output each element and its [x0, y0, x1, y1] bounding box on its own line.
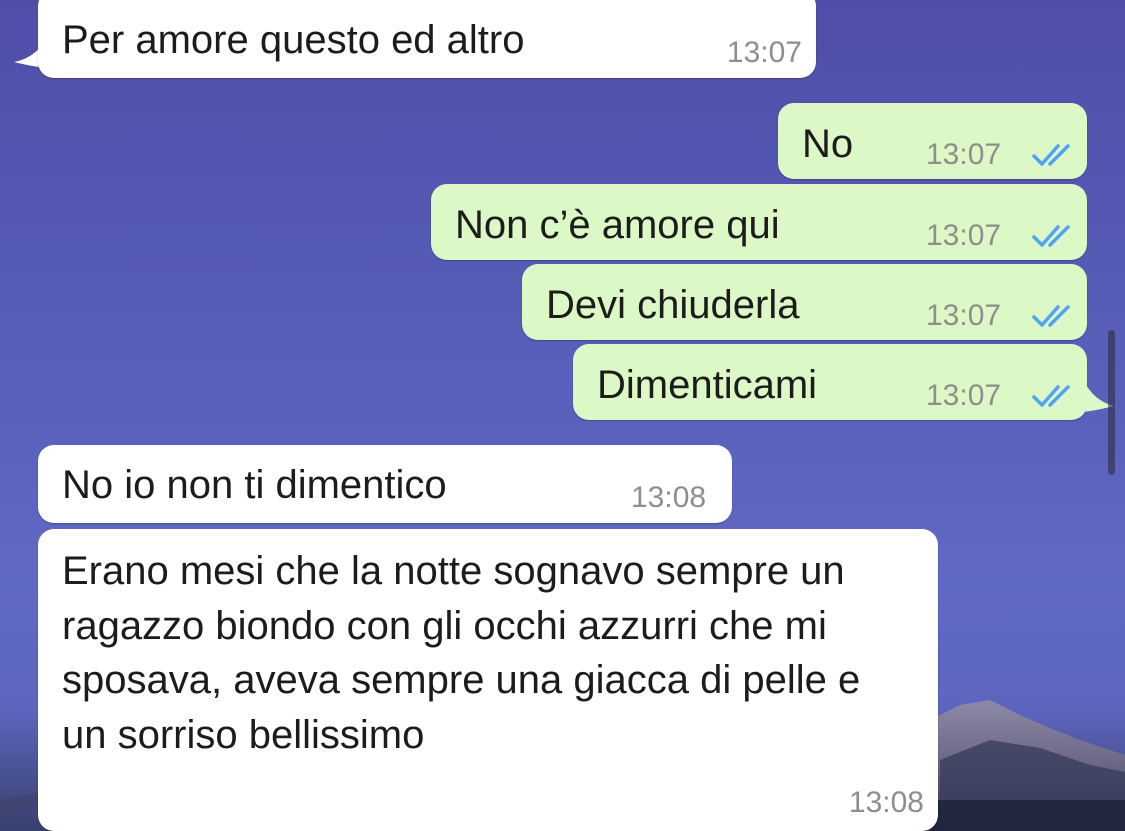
message-bubble-incoming[interactable]: No io non ti dimentico 13:08 [38, 445, 732, 523]
message-timestamp: 13:08 [848, 786, 924, 819]
message-bubble-outgoing[interactable]: Dimenticami 13:07 [573, 344, 1087, 420]
message-text: Dimenticami [597, 363, 818, 407]
scrollbar-thumb[interactable] [1108, 330, 1115, 475]
message-timestamp: 13:07 [926, 379, 1002, 412]
message-bubble-incoming[interactable]: Per amore questo ed altro 13:07 [38, 0, 816, 78]
message-text: Devi chiuderla [546, 283, 800, 327]
double-check-read-icon [1032, 144, 1070, 166]
message-timestamp: 13:07 [726, 36, 802, 69]
message-text: Per amore questo ed altro [62, 18, 525, 62]
message-text: Non c’è amore qui [455, 203, 780, 247]
double-check-read-icon [1032, 225, 1070, 247]
message-timestamp: 13:08 [631, 481, 707, 514]
double-check-read-icon [1032, 385, 1070, 407]
message-text: No io non ti dimentico [62, 463, 447, 507]
message-bubble-incoming[interactable]: Erano mesi che la notte sognavo sempre u… [38, 529, 938, 831]
message-bubble-outgoing[interactable]: No 13:07 [778, 103, 1087, 179]
double-check-read-icon [1032, 305, 1070, 327]
message-timestamp: 13:07 [926, 219, 1002, 252]
message-text: No [802, 122, 854, 166]
message-text: Erano mesi che la notte sognavo sempre u… [62, 549, 861, 757]
message-timestamp: 13:07 [926, 299, 1002, 332]
message-bubble-outgoing[interactable]: Devi chiuderla 13:07 [522, 264, 1087, 340]
message-bubble-outgoing[interactable]: Non c’è amore qui 13:07 [431, 184, 1087, 260]
message-timestamp: 13:07 [926, 138, 1002, 171]
